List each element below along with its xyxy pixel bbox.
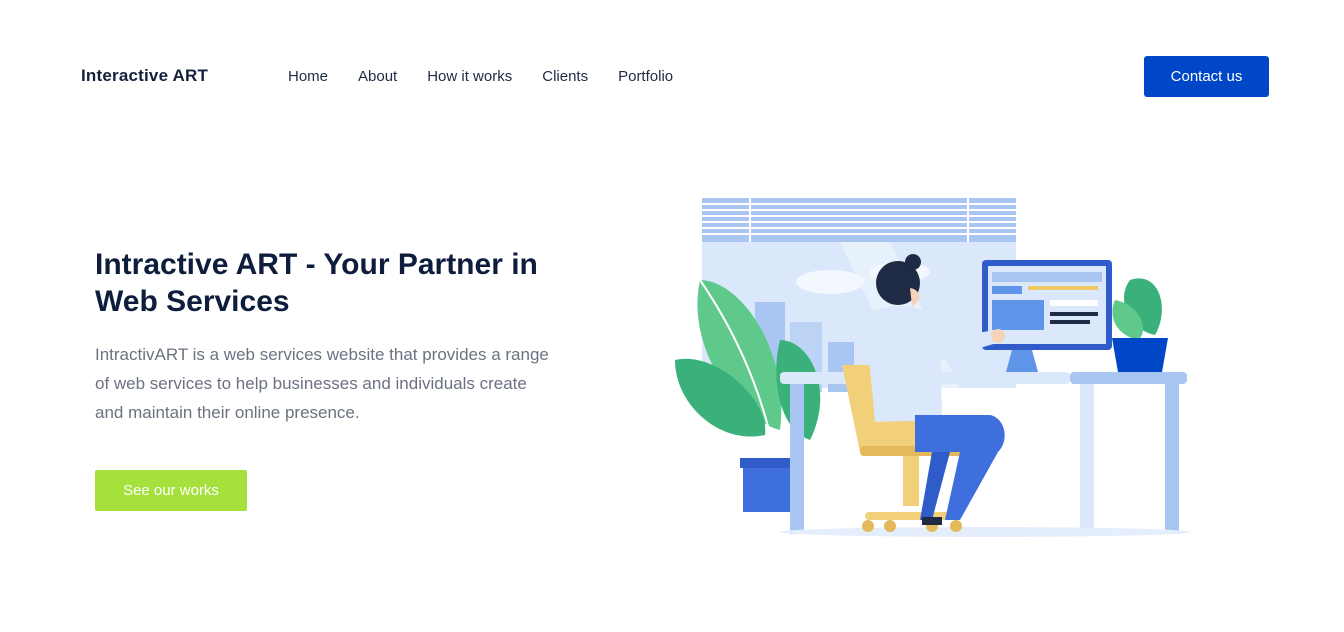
nav-link-portfolio[interactable]: Portfolio — [618, 68, 673, 85]
nav-link-how-it-works[interactable]: How it works — [427, 68, 512, 85]
site-logo[interactable]: Interactive ART — [81, 66, 208, 86]
nav-link-home[interactable]: Home — [288, 68, 328, 85]
hero-title: Intractive ART - Your Partner in Web Ser… — [95, 248, 538, 318]
hero-illustration — [675, 198, 1190, 537]
see-our-works-button[interactable]: See our works — [95, 470, 247, 511]
contact-us-button[interactable]: Contact us — [1144, 56, 1269, 97]
main-nav: Home About How it works Clients Portfoli… — [288, 68, 703, 85]
hero-description: IntractivART is a web services website t… — [95, 345, 549, 422]
nav-link-about[interactable]: About — [358, 68, 397, 85]
nav-link-clients[interactable]: Clients — [542, 68, 588, 85]
small-plant-illustration — [1112, 278, 1168, 372]
